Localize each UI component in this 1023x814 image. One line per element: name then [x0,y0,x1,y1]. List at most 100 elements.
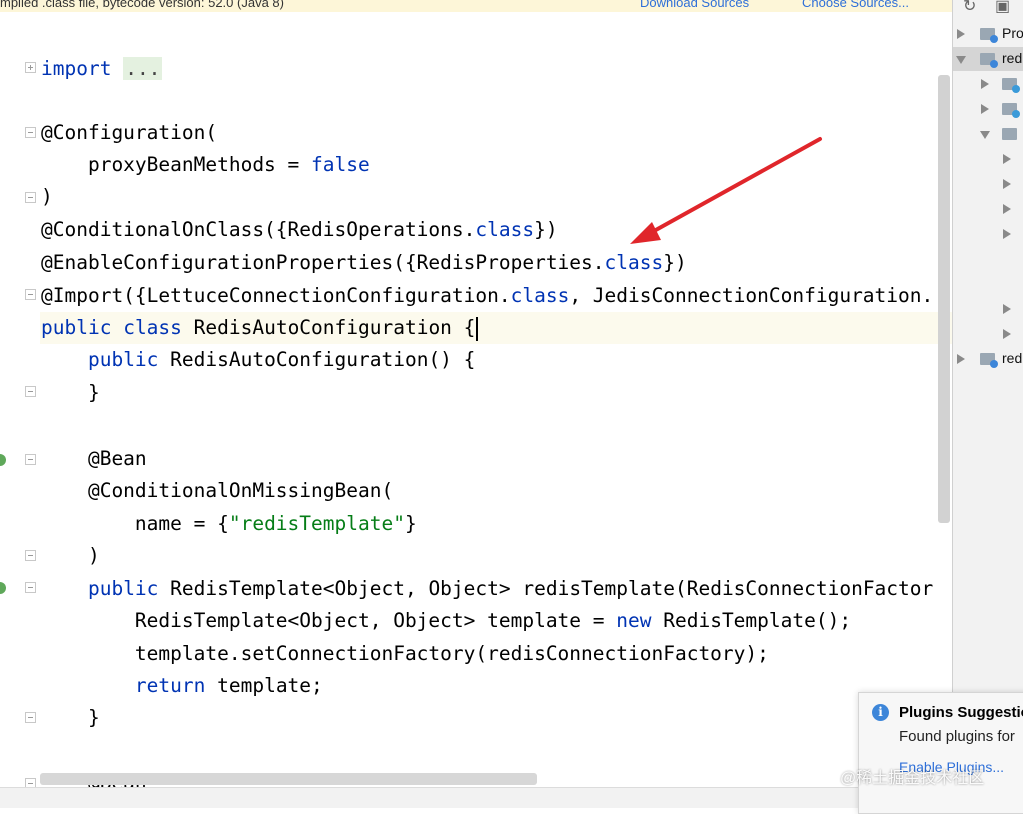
keyword-token: class [123,316,182,339]
code-line[interactable]: @Configuration( [41,117,217,149]
tree-item-library[interactable] [953,197,1023,221]
method-gutter-icon[interactable] [0,582,6,594]
settings-icon[interactable]: ▣ [995,0,1010,16]
code-line[interactable]: template.setConnectionFactory(redisConne… [41,638,769,670]
code-token: RedisTemplate<Object, Object> template = [41,609,617,632]
keyword-token: import [41,57,112,80]
library-icon [1002,128,1017,140]
code-token: RedisTemplate(); [651,609,852,632]
popup-title: Plugins Suggestion [899,704,1023,721]
project-toolbar: ↻ ▣ [953,0,1023,16]
fold-marker-icon[interactable] [25,712,36,723]
tree-item-libraries[interactable] [953,122,1023,146]
code-line[interactable]: public class RedisAutoConfiguration { [41,312,479,344]
code-line[interactable]: @Import({LettuceConnectionConfiguration.… [41,280,933,312]
fold-marker-icon[interactable] [25,289,36,300]
expand-arrow-icon[interactable] [1003,204,1011,214]
editor-gutter[interactable] [0,12,40,789]
collapse-arrow-icon[interactable] [956,56,966,64]
tree-item-label: Pro [1002,25,1023,41]
popup-body: Found plugins for [899,728,1015,745]
code-token: template.setConnectionFactory(redisConne… [41,642,769,665]
tree-item-project[interactable]: Pro [953,22,1023,46]
fold-marker-icon[interactable] [25,454,36,465]
horizontal-scrollbar[interactable] [40,773,537,785]
code-line[interactable]: @ConditionalOnMissingBean( [41,475,393,507]
download-sources-link[interactable]: Download Sources [640,0,749,10]
expand-arrow-icon[interactable] [957,354,965,364]
code-line[interactable]: name = {"redisTemplate"} [41,508,417,540]
expand-arrow-icon[interactable] [981,104,989,114]
tree-item-label: red [1002,50,1023,66]
fold-marker-icon[interactable] [25,127,36,138]
expand-arrow-icon[interactable] [957,29,965,39]
expand-arrow-icon[interactable] [1003,229,1011,239]
code-line[interactable]: } [41,702,100,734]
code-token: , JedisConnectionConfiguration. [569,284,934,307]
code-line[interactable]: @EnableConfigurationProperties({RedisPro… [41,247,687,279]
code-line[interactable]: return template; [41,670,323,702]
keyword-token: public [87,577,159,600]
source-folder-icon [1002,103,1020,118]
expand-arrow-icon[interactable] [1003,329,1011,339]
code-token: ) [41,544,100,567]
keyword-token: class [604,251,664,274]
fold-marker-icon[interactable] [25,550,36,561]
vertical-scrollbar[interactable] [938,75,950,523]
code-line[interactable]: proxyBeanMethods = false [41,149,370,181]
code-line[interactable]: ) [41,181,53,213]
arrow-shaft [643,137,822,238]
code-line[interactable]: @ConditionalOnClass({RedisOperations.cla… [41,214,558,246]
code-line[interactable]: @Bean [41,443,147,475]
keyword-token: new [616,609,652,632]
choose-sources-link[interactable]: Choose Sources... [802,0,909,10]
tree-item-module[interactable]: red [953,47,1023,71]
tree-item-library[interactable] [953,297,1023,321]
code-line[interactable]: import ... [41,53,163,85]
code-line[interactable]: ) [41,540,100,572]
code-token: ) [41,185,53,208]
arrow-head [630,222,661,244]
expand-arrow-icon[interactable] [981,79,989,89]
keyword-token: public [41,316,112,339]
code-token: @ConditionalOnMissingBean( [41,479,394,502]
keyword-token: class [475,218,535,241]
tree-item-library[interactable] [953,172,1023,196]
code-token: @EnableConfigurationProperties({RedisPro… [41,251,605,274]
refresh-icon[interactable]: ↻ [963,0,976,16]
tree-item-library[interactable] [953,222,1023,246]
code-token: @Configuration( [41,121,218,144]
code-line[interactable]: } [41,377,100,409]
keyword-token: false [311,153,370,176]
tree-item-folder[interactable] [953,72,1023,96]
expand-arrow-icon[interactable] [1003,179,1011,189]
tree-item-module[interactable]: red [953,347,1023,371]
string-token: "redisTemplate" [228,512,405,535]
code-token: @Import({LettuceConnectionConfiguration. [41,284,511,307]
fold-marker-icon[interactable] [25,62,36,73]
fold-marker-icon[interactable] [25,386,36,397]
code-token: } [41,706,100,729]
code-line[interactable]: RedisTemplate<Object, Object> template =… [41,605,851,637]
watermark-text: @稀土掘金技术社区 [840,770,985,787]
source-folder-icon [1002,78,1020,93]
plugins-suggestion-popup: i Plugins Suggestion Found plugins for E… [858,692,1023,814]
collapse-arrow-icon[interactable] [980,131,990,139]
expand-arrow-icon[interactable] [1003,154,1011,164]
code-line[interactable]: public RedisAutoConfiguration() { [41,344,475,376]
fold-marker-icon[interactable] [25,192,36,203]
info-icon: i [872,704,889,721]
expand-arrow-icon[interactable] [1003,304,1011,314]
tree-item-library[interactable] [953,322,1023,346]
tree-item-library[interactable] [953,147,1023,171]
tree-item-folder[interactable] [953,97,1023,121]
decompiled-banner: mpiled .class file, bytecode version: 52… [0,0,952,12]
fold-marker-icon[interactable] [25,582,36,593]
bean-gutter-icon[interactable] [0,454,6,466]
code-line[interactable]: public RedisTemplate<Object, Object> red… [41,573,933,605]
folded-region[interactable]: ... [123,57,163,80]
